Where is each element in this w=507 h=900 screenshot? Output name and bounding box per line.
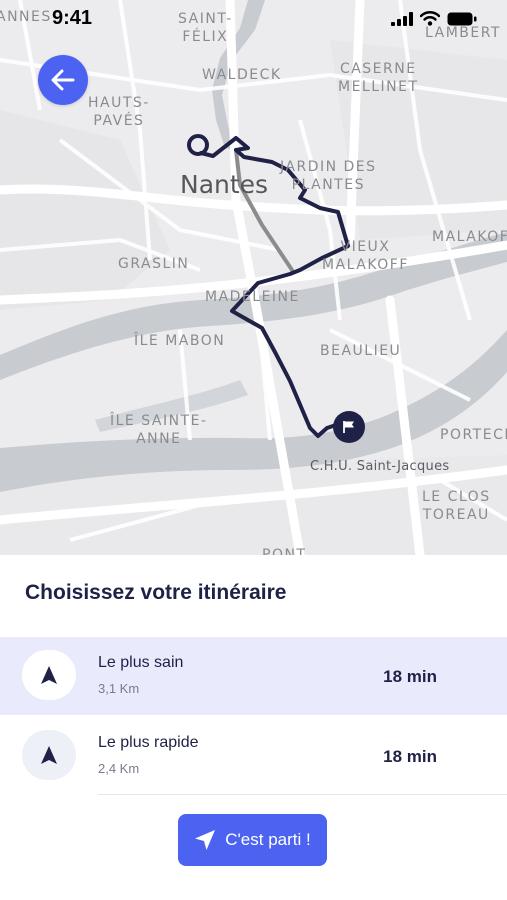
navigation-arrow-icon	[22, 650, 76, 700]
map-label-chu: C.H.U. Saint-Jacques	[310, 459, 450, 474]
map-label-ile-mabon: ÎLE MABON	[134, 333, 226, 349]
route-name: Le plus rapide	[98, 734, 199, 751]
status-bar: 9:41	[0, 0, 507, 38]
map-label-porteche: PORTECH	[440, 427, 507, 443]
route-distance: 2,4 Km	[98, 761, 140, 776]
start-navigation-label: C'est parti !	[225, 830, 311, 849]
map-label-jardin-des-plantes: JARDIN DES PLANTES	[280, 159, 377, 193]
map-label-caserne-mellinet: CASERNE MELLINET	[338, 61, 419, 95]
map-view[interactable]: SAINT- FÉLIX WALDECK CASERNE MELLINET HA…	[0, 0, 507, 555]
route-duration: 18 min	[383, 747, 437, 766]
status-time: 9:41	[52, 7, 93, 29]
status-icons	[391, 11, 477, 26]
route-selection-sheet: Choisissez votre itinéraire Le plus sain…	[0, 555, 507, 900]
map-label-le-clos-toreau: LE CLOS TOREAU	[422, 489, 491, 523]
signal-icon	[391, 11, 413, 26]
destination-flag-icon	[333, 411, 365, 443]
map-label-beaulieu: BEAULIEU	[320, 343, 402, 359]
map-label-waldeck: WALDECK	[202, 67, 282, 83]
map-label-graslin: GRASLIN	[118, 256, 190, 272]
wifi-icon	[420, 11, 440, 26]
route-duration: 18 min	[383, 667, 437, 686]
arrow-left-icon	[51, 69, 75, 91]
sheet-title: Choisissez votre itinéraire	[25, 581, 287, 604]
map-label-vieux-malakoff: VIEUX MALAKOFF	[322, 239, 409, 273]
map-label-nantes: Nantes	[180, 170, 269, 199]
route-option-fastest[interactable]: Le plus rapide 2,4 Km 18 min	[0, 717, 507, 795]
route-name: Le plus sain	[98, 654, 184, 671]
route-option-healthiest[interactable]: Le plus sain 3,1 Km 18 min	[0, 637, 507, 715]
start-navigation-button[interactable]: C'est parti !	[178, 814, 327, 866]
map-label-madeleine: MADELEINE	[205, 289, 300, 305]
map-label-pont: PONT	[262, 547, 307, 555]
back-button[interactable]	[38, 55, 88, 105]
battery-icon	[447, 12, 477, 25]
map-label-ile-sainte-anne: ÎLE SAINTE- ANNE	[110, 413, 208, 447]
map-label-hauts-paves: HAUTS- PAVÉS	[88, 95, 150, 129]
navigation-arrow-icon	[22, 730, 76, 780]
send-arrow-icon	[195, 830, 216, 850]
route-distance: 3,1 Km	[98, 681, 140, 696]
map-label-malakoff: MALAKOFF	[432, 229, 507, 245]
row-divider	[98, 794, 507, 795]
